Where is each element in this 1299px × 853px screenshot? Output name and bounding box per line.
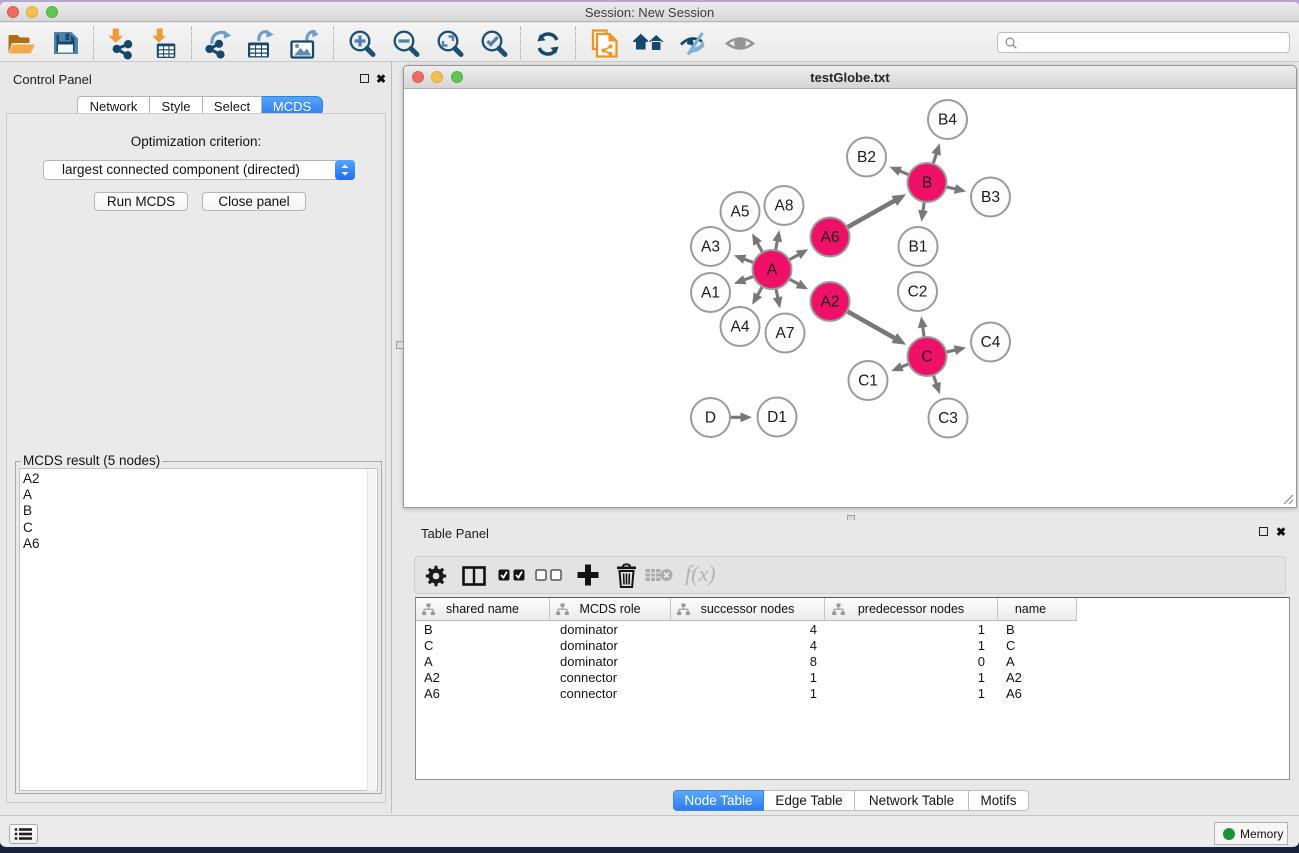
svg-text:B3: B3: [981, 189, 1000, 206]
svg-text:A8: A8: [775, 198, 794, 215]
svg-text:A2: A2: [821, 294, 840, 311]
svg-text:B4: B4: [938, 112, 957, 129]
svg-text:A: A: [767, 262, 778, 279]
svg-text:C4: C4: [981, 334, 1001, 351]
svg-text:B2: B2: [857, 149, 876, 166]
svg-text:C2: C2: [908, 284, 928, 301]
svg-text:D1: D1: [767, 409, 787, 426]
svg-text:C3: C3: [938, 410, 958, 427]
svg-text:A6: A6: [821, 229, 840, 246]
svg-text:A1: A1: [701, 285, 720, 302]
svg-text:A5: A5: [731, 204, 750, 221]
svg-text:B: B: [922, 175, 932, 192]
svg-text:A4: A4: [731, 319, 750, 336]
svg-text:A7: A7: [776, 325, 795, 342]
svg-text:C1: C1: [858, 373, 878, 390]
svg-text:C: C: [921, 349, 932, 366]
svg-text:A3: A3: [701, 239, 720, 256]
svg-text:B1: B1: [909, 239, 928, 256]
svg-text:D: D: [705, 410, 716, 427]
